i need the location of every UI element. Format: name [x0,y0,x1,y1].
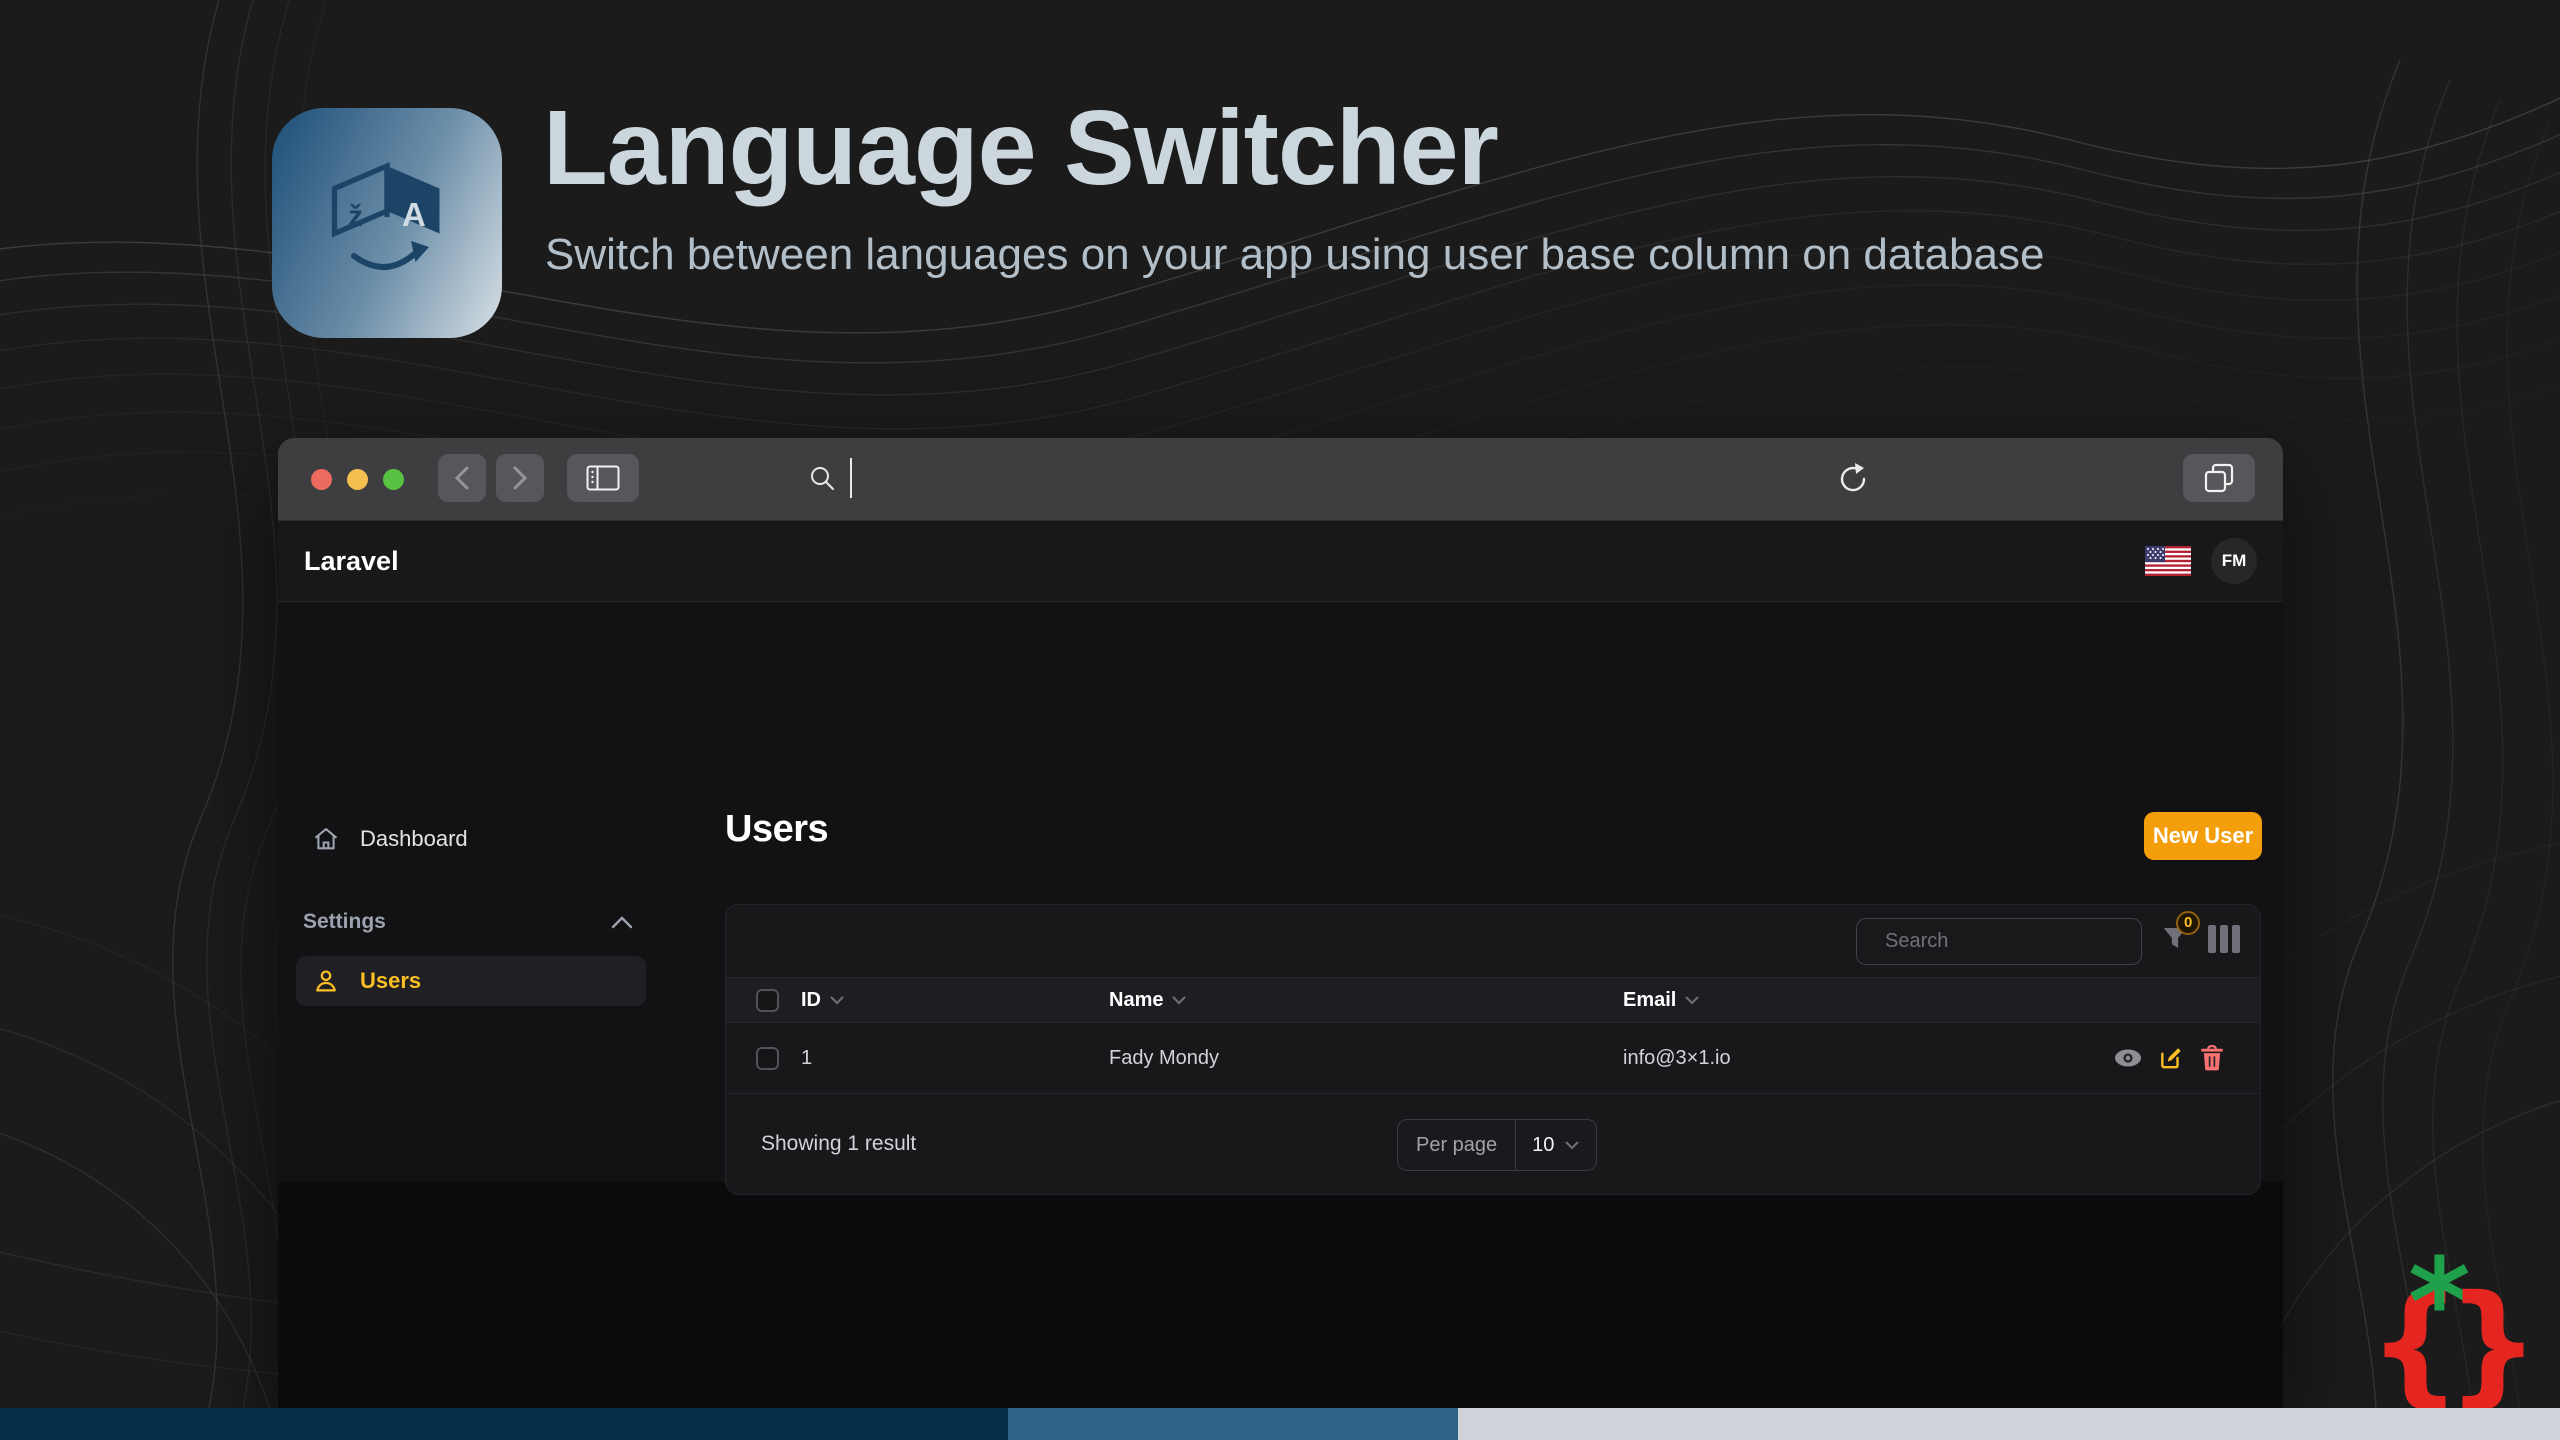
results-summary: Showing 1 result [761,1132,917,1155]
filter-count-badge: 0 [2176,911,2201,935]
sidebar-item-dashboard[interactable]: Dashboard [296,814,646,864]
us-flag-language-switcher[interactable] [2145,546,2191,576]
sidebar-item-label: Users [360,968,422,993]
browser-window: Laravel FM Dashboard Settings Users User… [278,438,2283,1408]
row-actions [2114,1045,2224,1071]
column-bar-icon [2220,925,2228,953]
column-label: Email [1623,988,1677,1011]
hero-subtitle: Switch between languages on your app usi… [545,230,2045,279]
poster-canvas: ž A Language Switcher Switch between lan… [0,0,2560,1440]
address-bar[interactable] [808,458,852,498]
chevron-down-icon [830,996,844,1005]
strip-blue [1008,1408,1458,1440]
chevron-right-icon [513,466,528,490]
svg-text:ž: ž [348,200,363,233]
tab-overview-button[interactable] [2183,454,2255,502]
filter-button[interactable]: 0 [2160,911,2201,958]
strip-light [1458,1408,2560,1440]
column-label: Name [1109,988,1164,1011]
sidebar-item-label: Dashboard [360,826,468,851]
delete-trash-icon[interactable] [2200,1045,2224,1071]
row-checkbox[interactable] [756,1046,779,1070]
per-page-value: 10 [1532,1133,1555,1156]
search-input[interactable] [1883,929,2152,954]
svg-text:A: A [402,196,426,233]
chevron-up-icon [611,916,633,929]
chevron-down-icon [1172,996,1187,1005]
cell-name: Fady Mondy [1109,1046,1220,1069]
per-page-label: Per page [1398,1120,1517,1170]
column-bar-icon [2232,925,2240,953]
app-topbar: Laravel FM [278,521,2283,602]
chevron-left-icon [454,466,469,490]
table-footer: Showing 1 result Per page 10 [726,1093,2260,1194]
sidebar-icon [586,465,620,491]
view-eye-icon[interactable] [2114,1047,2142,1069]
app-body: Dashboard Settings Users Users New User … [278,602,2283,1195]
hero-title: Language Switcher [543,89,1499,207]
table-header-row: ID Name Email [726,977,2260,1023]
tomato-braces-logo: { * } [2368,1234,2540,1410]
sidebar-item-users[interactable]: Users [296,956,646,1006]
users-table-card: 0 ID [725,904,2261,1195]
forward-button[interactable] [496,454,544,502]
table-row[interactable]: 1 Fady Mondy info@3×1.io [726,1023,2260,1093]
sidebar-group-label: Settings [303,910,386,933]
search-icon [811,467,834,490]
cell-id: 1 [801,1046,813,1069]
column-header-email[interactable]: Email [1623,989,1700,1012]
zoom-window-button[interactable] [383,469,404,490]
reload-button[interactable] [1834,460,1872,503]
window-lower-area [278,1182,2283,1408]
chevron-down-icon [1565,1141,1580,1150]
new-user-button[interactable]: New User [2144,812,2262,860]
browser-chrome [278,438,2283,521]
select-all-checkbox[interactable] [756,988,779,1012]
tabs-icon [2204,463,2234,493]
column-header-name[interactable]: Name [1109,989,1187,1012]
sidebar-group-settings[interactable]: Settings [303,910,633,934]
text-caret [850,458,852,498]
column-bar-icon [2208,925,2216,953]
cell-email: info@3×1.io [1623,1046,1731,1069]
column-label: ID [801,988,821,1011]
sidebar: Dashboard Settings Users [278,602,678,1182]
toggle-columns-button[interactable] [2208,925,2240,953]
close-window-button[interactable] [311,469,332,490]
sidebar-toggle-button[interactable] [567,454,639,502]
table-toolbar: 0 [726,905,2260,977]
chevron-down-icon [1685,996,1700,1005]
user-avatar[interactable]: FM [2211,538,2257,584]
brand-logo[interactable]: Laravel [304,546,399,577]
translate-app-icon: ž A [272,108,502,338]
reload-icon [1840,463,1866,492]
bottom-color-strip [0,1408,2560,1440]
translate-icon: ž A [331,162,440,270]
home-icon [314,828,338,850]
user-icon [316,970,336,992]
minimize-window-button[interactable] [347,469,368,490]
brace-right: } [2446,1267,2540,1421]
per-page-select[interactable]: Per page 10 [1397,1119,1598,1171]
column-header-id[interactable]: ID [801,989,845,1012]
strip-navy [0,1408,1008,1440]
page-title: Users [725,808,829,850]
edit-pencil-icon[interactable] [2158,1045,2184,1071]
back-button[interactable] [438,454,486,502]
table-search[interactable] [1856,918,2152,965]
